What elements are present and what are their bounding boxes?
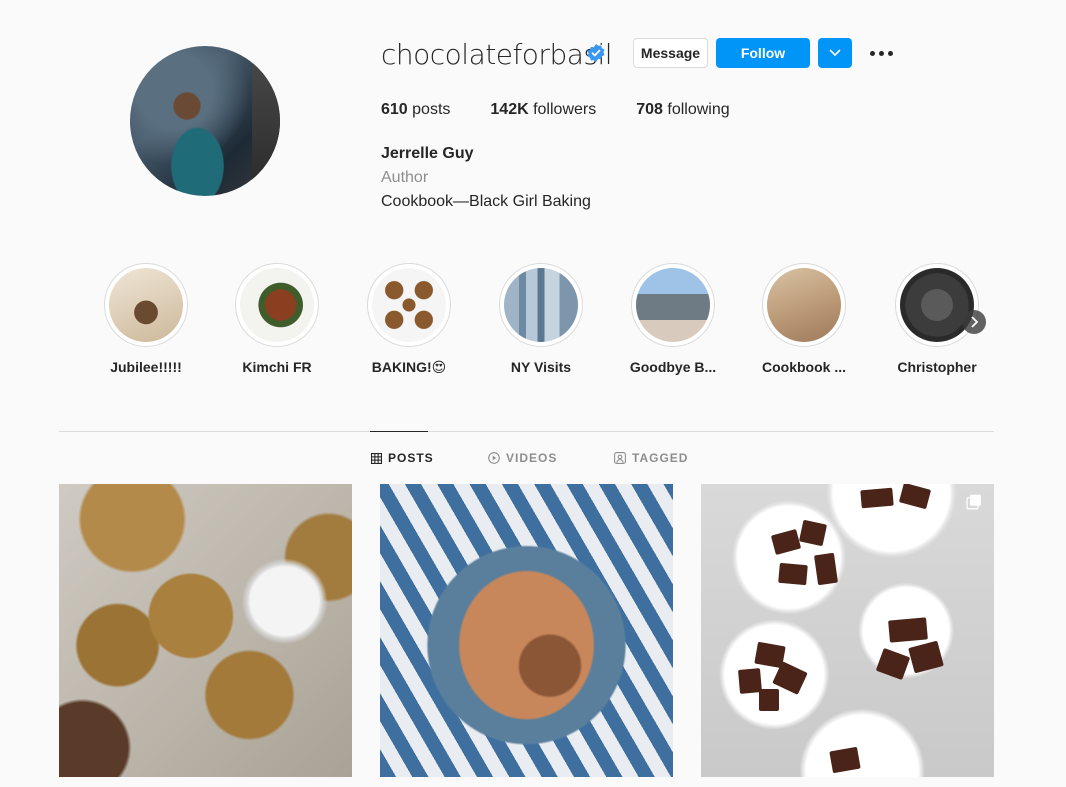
followers-stat[interactable]: 142K followers: [490, 101, 596, 119]
chevron-right-icon: [971, 316, 978, 328]
verified-badge-icon: [587, 44, 605, 62]
posts-stat: 610 posts: [381, 101, 451, 118]
active-tab-indicator: [370, 431, 428, 432]
multiple-photos-icon: [966, 494, 981, 510]
profile-bio: Cookbook—Black Girl Baking: [381, 193, 591, 210]
tag-icon: [614, 452, 626, 464]
profile-avatar[interactable]: [130, 46, 280, 196]
highlight-item[interactable]: Goodbye B...: [628, 263, 718, 375]
highlight-item[interactable]: Jubilee!!!!!: [101, 263, 191, 375]
profile-category: Author: [381, 169, 429, 186]
post-thumbnail[interactable]: [59, 484, 352, 777]
highlight-item[interactable]: BAKING!😍: [364, 263, 454, 376]
following-stat[interactable]: 708 following: [636, 101, 729, 119]
post-thumbnail[interactable]: [701, 484, 994, 777]
chevron-down-icon: [829, 49, 841, 57]
post-thumbnail[interactable]: [380, 484, 673, 777]
suggested-dropdown-button[interactable]: [818, 38, 852, 68]
follow-button[interactable]: Follow: [716, 38, 810, 68]
play-icon: [488, 452, 500, 464]
highlight-item[interactable]: NY Visits: [496, 263, 586, 375]
profile-full-name: Jerrelle Guy: [381, 145, 474, 162]
tab-posts[interactable]: POSTS: [371, 451, 434, 465]
message-button[interactable]: Message: [633, 38, 708, 68]
more-options-icon[interactable]: [868, 42, 894, 64]
grid-icon: [371, 452, 382, 464]
profile-stats: 610 posts 142K followers 708 following: [381, 101, 770, 119]
tab-tagged[interactable]: TAGGED: [614, 451, 688, 465]
highlights-next-button[interactable]: [962, 310, 986, 334]
profile-username: chocolateforbasil: [381, 38, 613, 71]
highlight-item[interactable]: Cookbook ...: [759, 263, 849, 375]
tabs-divider: [59, 431, 994, 432]
highlight-item[interactable]: Kimchi FR: [232, 263, 322, 375]
tab-videos[interactable]: VIDEOS: [488, 451, 557, 465]
